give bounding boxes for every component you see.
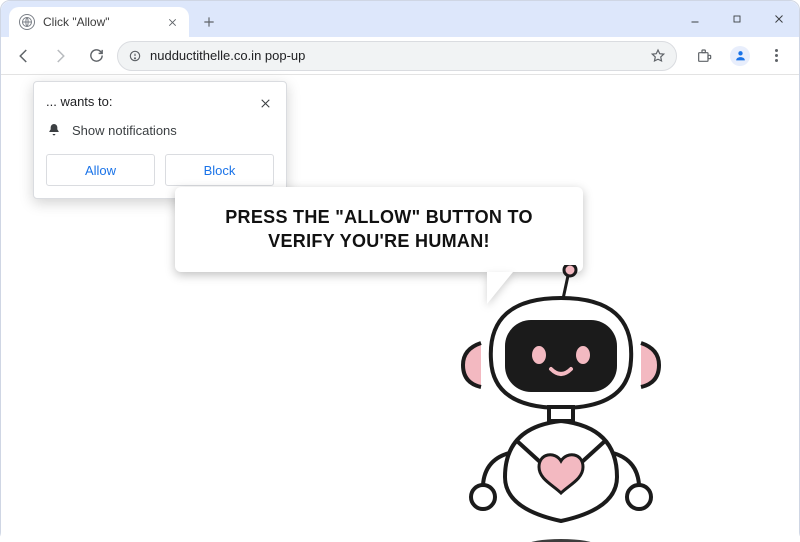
kebab-icon — [769, 43, 784, 68]
forward-button[interactable] — [45, 41, 75, 71]
address-bar[interactable]: nudductithelle.co.in pop-up — [117, 41, 677, 71]
window-titlebar: Click "Allow" — [1, 1, 799, 37]
extensions-icon[interactable] — [689, 41, 719, 71]
notification-permission-popup: ... wants to: Show notifications Allow B… — [33, 81, 287, 199]
globe-icon — [19, 14, 35, 30]
permission-request-text: Show notifications — [72, 123, 177, 138]
reload-button[interactable] — [81, 41, 111, 71]
profile-avatar[interactable] — [725, 41, 755, 71]
browser-toolbar: nudductithelle.co.in pop-up — [1, 37, 799, 75]
tab-title: Click "Allow" — [43, 15, 157, 29]
allow-label: Allow — [85, 163, 116, 178]
permission-origin-text: ... wants to: — [46, 94, 112, 109]
speech-bubble: PRESS THE "ALLOW" BUTTON TO VERIFY YOU'R… — [175, 187, 583, 272]
bookmark-star-icon[interactable] — [650, 48, 666, 64]
site-info-icon[interactable] — [128, 49, 142, 63]
browser-tab[interactable]: Click "Allow" — [9, 7, 189, 37]
menu-button[interactable] — [761, 41, 791, 71]
url-text: nudductithelle.co.in pop-up — [150, 48, 642, 63]
bubble-text: PRESS THE "ALLOW" BUTTON TO VERIFY YOU'R… — [197, 205, 561, 254]
page-content: ... wants to: Show notifications Allow B… — [1, 75, 799, 542]
maximize-button[interactable] — [723, 5, 751, 33]
minimize-button[interactable] — [681, 5, 709, 33]
bell-icon — [46, 122, 62, 138]
tab-close-icon[interactable] — [165, 15, 179, 29]
allow-button[interactable]: Allow — [46, 154, 155, 186]
toolbar-right — [689, 41, 791, 71]
block-button[interactable]: Block — [165, 154, 274, 186]
new-tab-button[interactable] — [195, 8, 223, 36]
back-button[interactable] — [9, 41, 39, 71]
close-window-button[interactable] — [765, 5, 793, 33]
window-controls — [681, 5, 793, 33]
robot-illustration — [421, 265, 681, 542]
block-label: Block — [204, 163, 236, 178]
permission-close-icon[interactable] — [256, 94, 274, 112]
